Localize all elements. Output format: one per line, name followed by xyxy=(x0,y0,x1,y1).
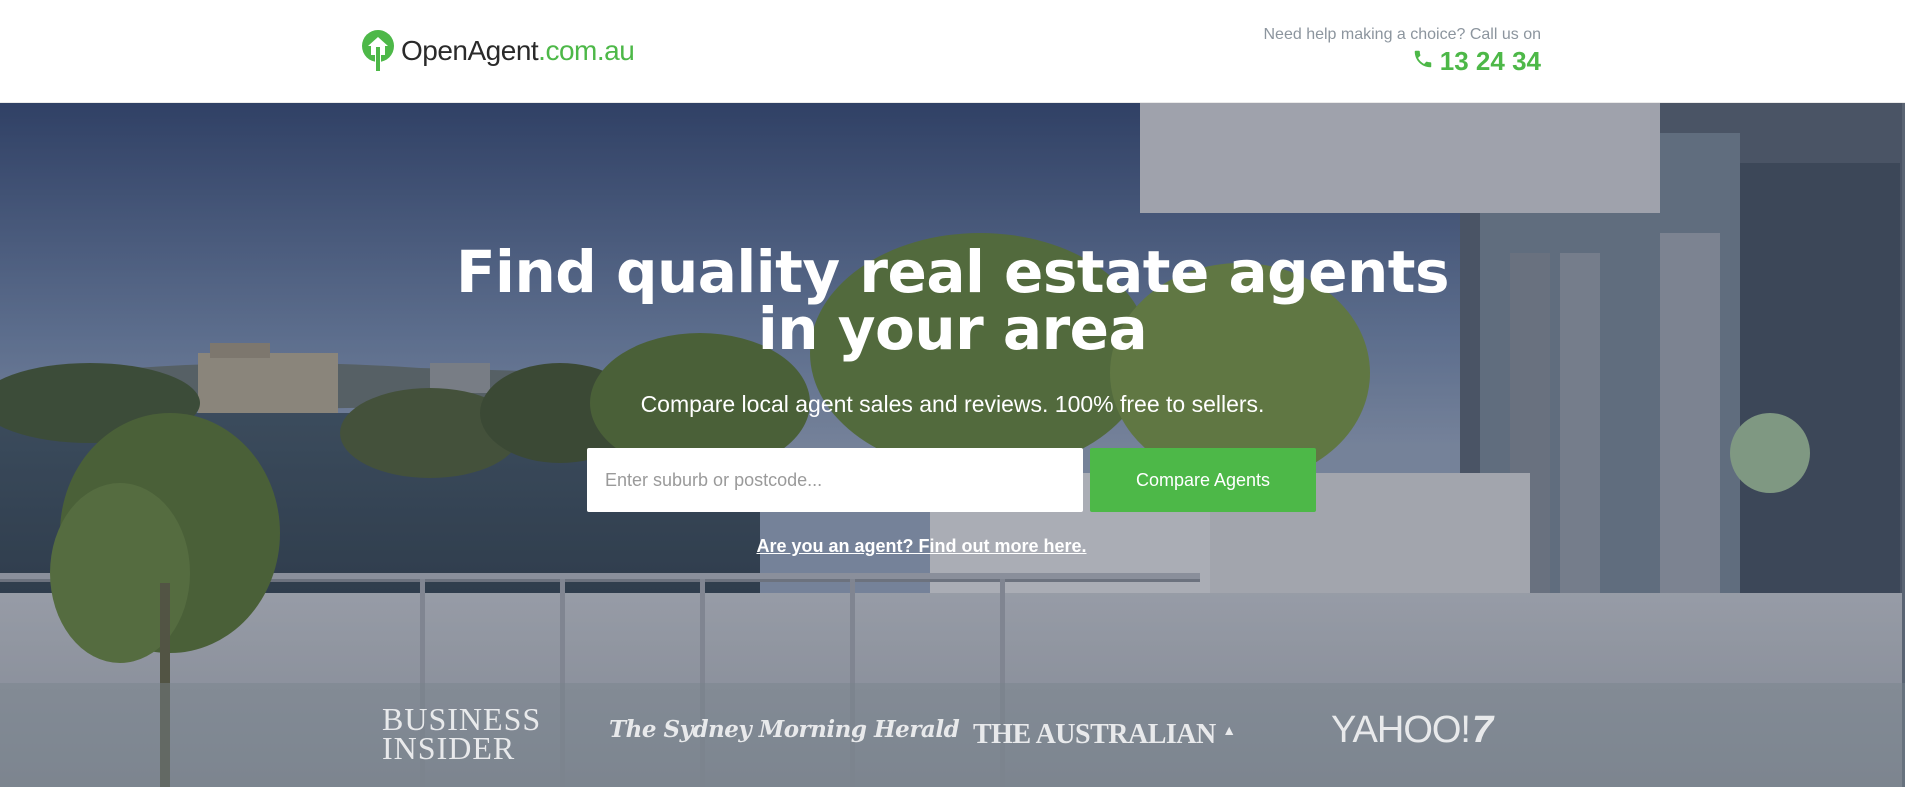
smh-logo: The Sydney Morning Herald xyxy=(609,716,960,743)
press-logos-strip: BUSINESS INSIDER The Sydney Morning Hera… xyxy=(0,683,1905,787)
logo-tld: .com.au xyxy=(538,35,635,66)
phone-number: 13 24 34 xyxy=(1439,46,1541,76)
business-insider-logo: BUSINESS INSIDER xyxy=(382,703,541,766)
hero-title: Find quality real estate agents in your … xyxy=(0,238,1905,363)
hero-section: Find quality real estate agents in your … xyxy=(0,103,1905,787)
logo-brand: OpenAgent xyxy=(401,35,539,66)
help-contact: Need help making a choice? Call us on 13… xyxy=(1264,26,1542,77)
australia-map-icon: ▲ xyxy=(1222,724,1236,739)
business-insider-line2: INSIDER xyxy=(382,730,516,766)
the-australian-logo: THE AUSTRALIAN ▲ xyxy=(973,719,1236,751)
site-header: OpenAgent.com.au Need help making a choi… xyxy=(0,0,1905,103)
openagent-logo[interactable]: OpenAgent.com.au xyxy=(361,29,635,73)
the-australian-text: THE AUSTRALIAN xyxy=(973,719,1216,750)
phone-link[interactable]: 13 24 34 xyxy=(1264,46,1541,77)
logo-text: OpenAgent.com.au xyxy=(401,35,635,67)
help-text: Need help making a choice? Call us on xyxy=(1263,26,1542,43)
house-pin-icon xyxy=(361,29,395,73)
phone-icon xyxy=(1412,48,1434,75)
yahoo-text: YAHOO! xyxy=(1331,709,1471,751)
yahoo7-mark: 7 xyxy=(1472,709,1493,751)
hero-title-text: Find quality real estate agents in your … xyxy=(455,238,1450,363)
agent-info-link[interactable]: Are you an agent? Find out more here. xyxy=(0,536,1843,557)
hero-subtitle: Compare local agent sales and reviews. 1… xyxy=(640,391,1265,417)
suburb-search-input[interactable] xyxy=(587,448,1083,512)
compare-agents-button[interactable]: Compare Agents xyxy=(1090,448,1316,512)
yahoo7-logo: YAHOO!7 xyxy=(1331,709,1493,752)
